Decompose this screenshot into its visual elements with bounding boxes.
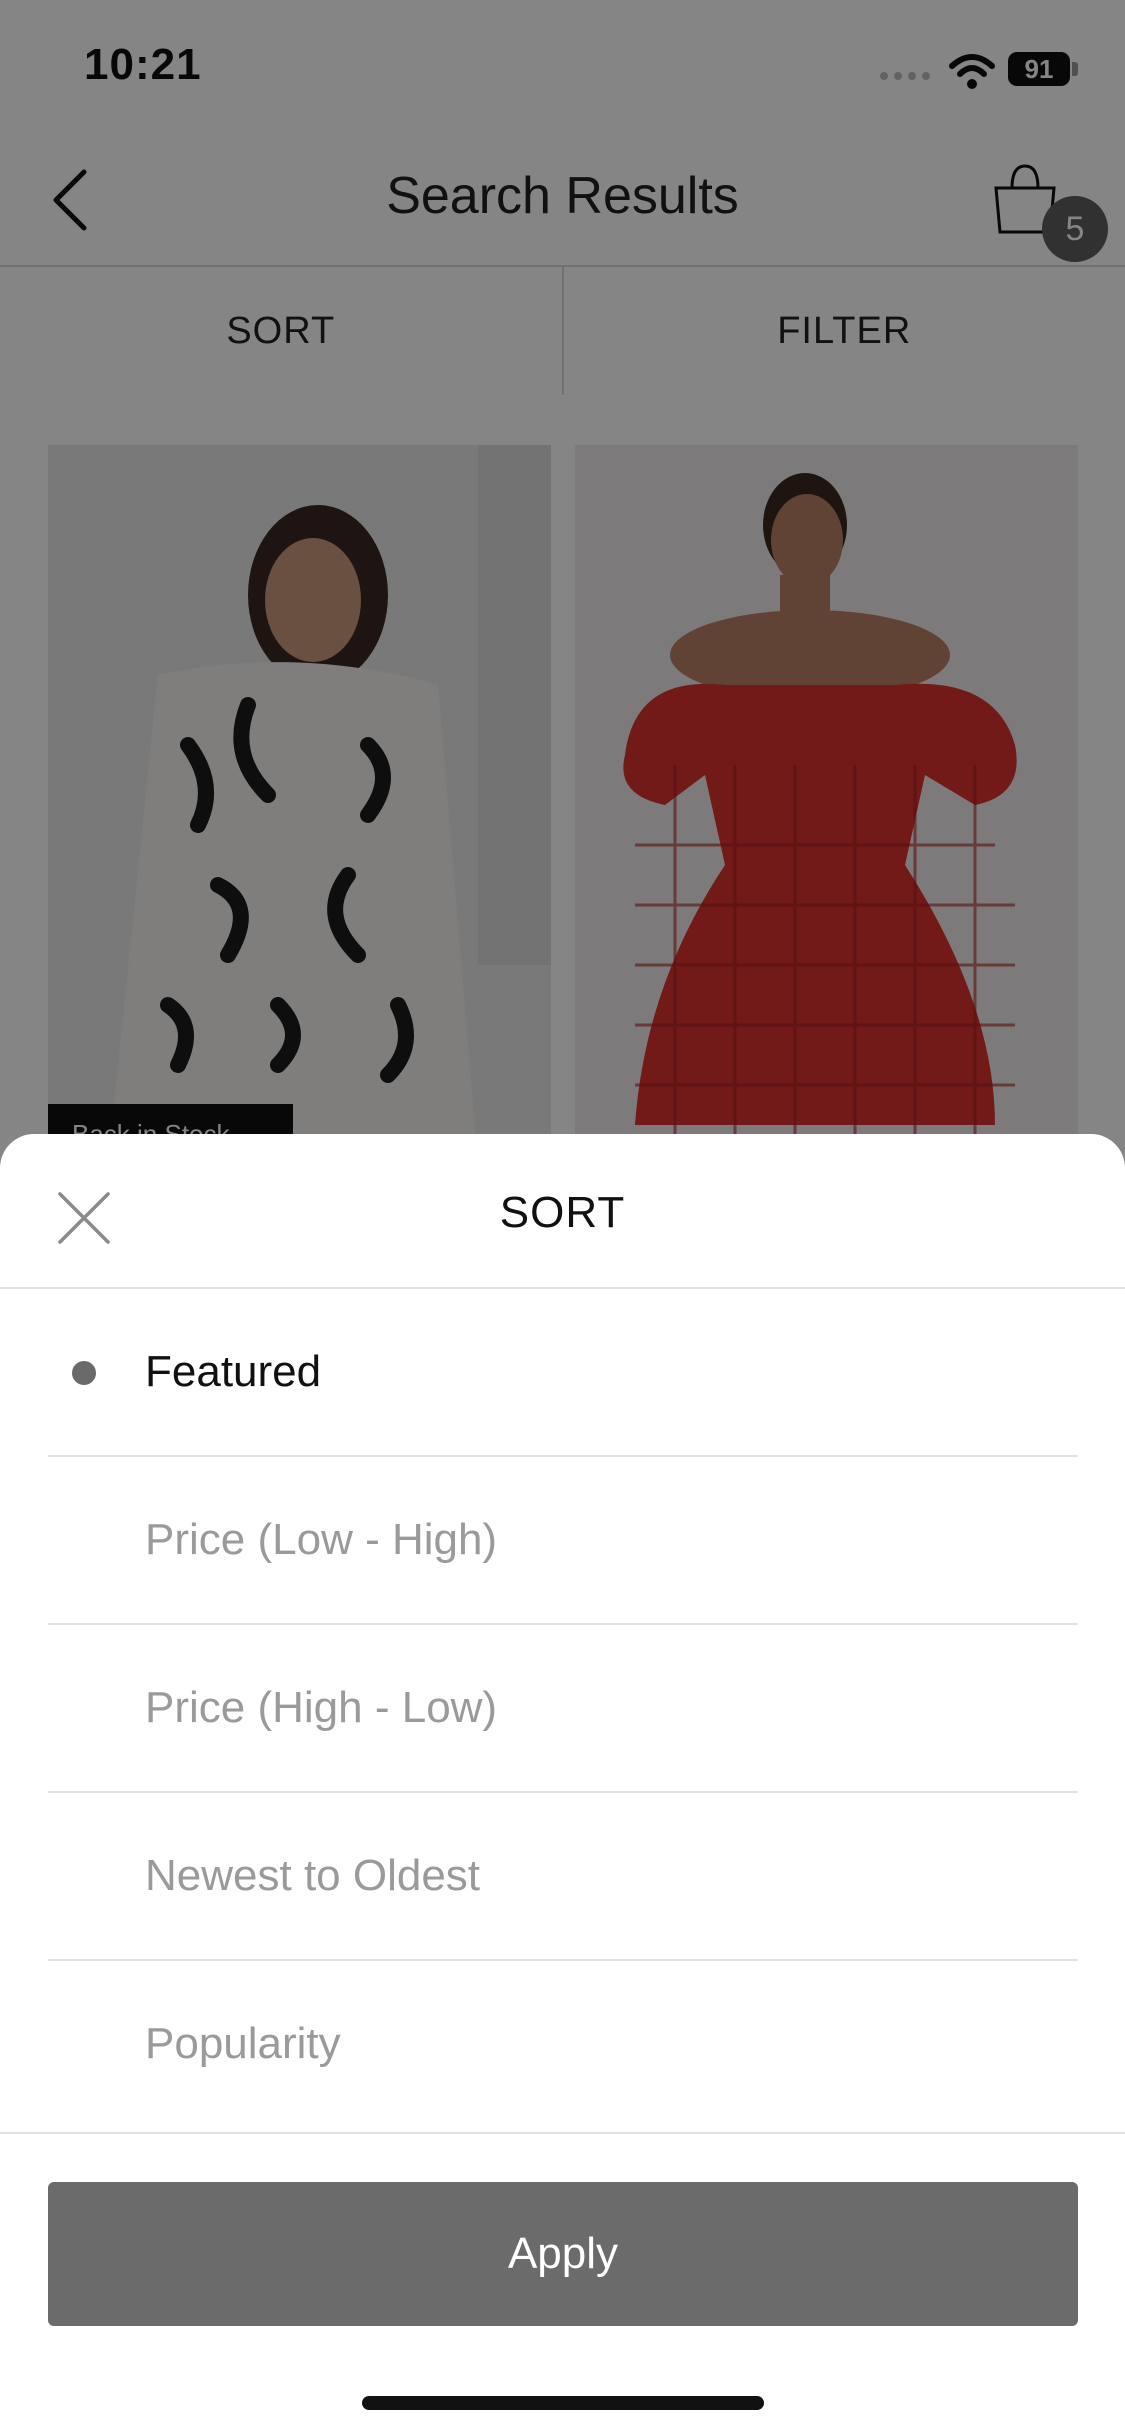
sort-option-label: Price (High - Low) — [145, 1683, 498, 1732]
divider — [0, 2132, 1125, 2134]
sort-option-popularity[interactable]: Popularity — [48, 1961, 1078, 2129]
home-indicator[interactable] — [362, 2396, 764, 2410]
sort-option-newest[interactable]: Newest to Oldest — [48, 1793, 1078, 1961]
apply-button[interactable]: Apply — [48, 2182, 1078, 2326]
sort-option-label: Newest to Oldest — [145, 1851, 481, 1900]
sort-option-price-high-low[interactable]: Price (High - Low) — [48, 1625, 1078, 1793]
sort-option-label: Popularity — [145, 2019, 341, 2068]
sort-option-label: Featured — [145, 1347, 322, 1396]
sort-option-price-low-high[interactable]: Price (Low - High) — [48, 1457, 1078, 1625]
sort-option-label: Price (Low - High) — [145, 1515, 498, 1564]
sort-option-featured[interactable]: Featured — [48, 1289, 1078, 1457]
sort-sheet-title: SORT — [499, 1188, 626, 1237]
selected-radio-icon — [72, 1361, 96, 1385]
